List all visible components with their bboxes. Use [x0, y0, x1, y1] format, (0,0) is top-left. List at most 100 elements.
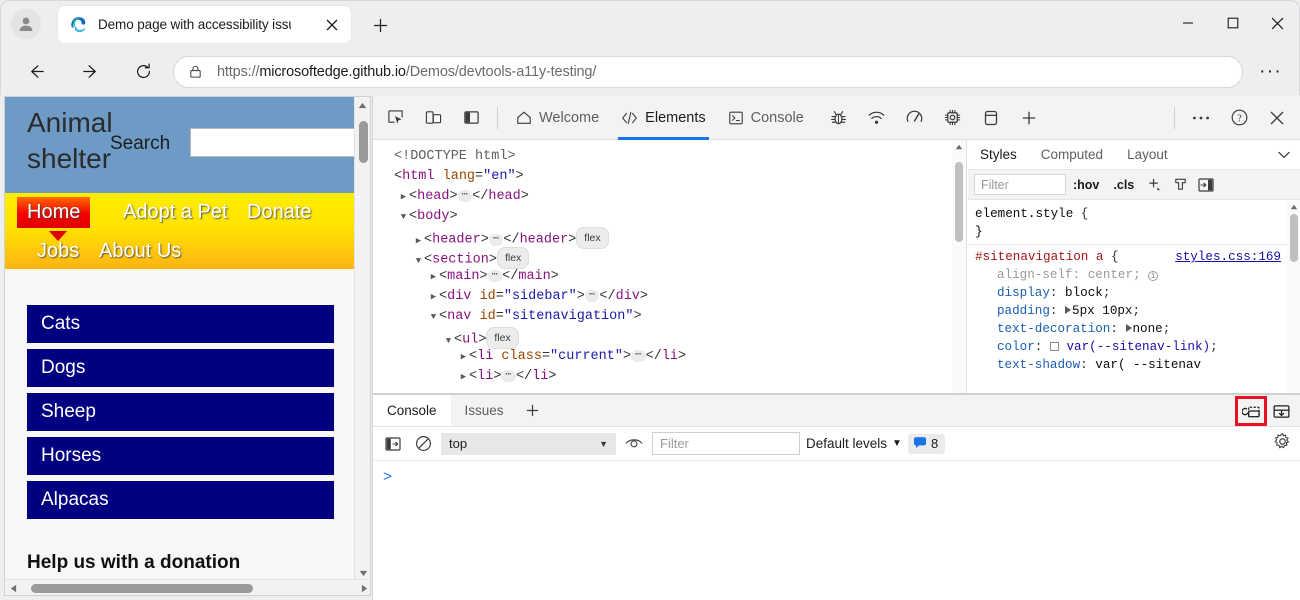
css-value[interactable]: center	[1088, 268, 1133, 282]
list-item[interactable]: Sheep	[27, 393, 334, 431]
page-horizontal-scrollbar[interactable]	[5, 579, 370, 595]
collapsed-triangle-icon[interactable]: ▶	[398, 187, 409, 207]
clear-console-icon[interactable]	[411, 432, 435, 456]
inspect-element-icon[interactable]	[379, 102, 411, 134]
dock-side-icon[interactable]	[455, 102, 487, 134]
scroll-up-arrow-icon[interactable]	[355, 97, 370, 113]
dom-tree-scrollbar[interactable]	[952, 140, 966, 436]
list-item[interactable]: Dogs	[27, 349, 334, 387]
close-window-button[interactable]	[1255, 0, 1300, 46]
css-value[interactable]: var(--sitenav-link)	[1066, 340, 1210, 354]
styles-scroll-thumb[interactable]	[1290, 214, 1298, 262]
info-icon[interactable]: i	[1148, 271, 1159, 281]
css-value[interactable]: none	[1133, 322, 1163, 336]
application-storage-icon[interactable]	[975, 102, 1007, 134]
console-sidebar-icon[interactable]	[381, 432, 405, 456]
gear-icon[interactable]	[1273, 432, 1292, 456]
dom-node-line[interactable]: ▶ <li> ⋯ </li>	[383, 367, 966, 387]
expanded-triangle-icon[interactable]: ▼	[398, 207, 409, 227]
chevron-down-icon[interactable]	[1267, 140, 1300, 169]
device-emulation-icon[interactable]	[417, 102, 449, 134]
dom-node-line[interactable]: ▶ <main> ⋯ </main>	[383, 267, 966, 287]
expand-arrow-icon[interactable]	[1125, 324, 1132, 332]
scroll-left-arrow-icon[interactable]	[5, 580, 21, 595]
css-property[interactable]: display	[997, 286, 1050, 300]
console-prompt[interactable]: >	[383, 469, 392, 486]
message-count-badge[interactable]: 8	[907, 433, 946, 454]
css-declaration[interactable]: display: block;	[975, 284, 1300, 302]
expand-children-ellipsis[interactable]: ⋯	[584, 290, 600, 302]
dock-drawer-icon[interactable]	[1235, 396, 1267, 426]
page-hscroll-thumb[interactable]	[31, 584, 253, 593]
console-filter-input[interactable]: Filter	[652, 432, 800, 455]
page-vertical-scrollbar[interactable]	[354, 97, 370, 581]
expanded-triangle-icon[interactable]: ▼	[413, 251, 424, 271]
add-tab-plus-icon[interactable]	[1013, 102, 1045, 134]
expand-children-ellipsis[interactable]: ⋯	[487, 270, 503, 282]
css-property[interactable]: text-shadow	[997, 358, 1080, 372]
expanded-triangle-icon[interactable]: ▼	[443, 331, 454, 351]
help-question-icon[interactable]: ?	[1223, 102, 1255, 134]
wifi-network-icon[interactable]	[861, 102, 893, 134]
dom-tree[interactable]: <!DOCTYPE html> <html lang="en"> ▶ <head> ⋯…	[373, 140, 966, 387]
dom-node-line[interactable]: ▶ <li class="current"> ⋯ </li>	[383, 347, 966, 367]
flex-badge[interactable]: flex	[496, 247, 530, 269]
more-tools-ellipsis-icon[interactable]	[1185, 102, 1217, 134]
tab-layout[interactable]: Layout	[1115, 140, 1180, 169]
restore-drawer-icon[interactable]	[1267, 398, 1295, 424]
styles-scroll-up-icon[interactable]	[1287, 200, 1300, 214]
drawer-tab-issues[interactable]: Issues	[451, 395, 518, 426]
css-value[interactable]: 5px 10px	[1072, 304, 1132, 318]
search-input[interactable]	[190, 128, 356, 157]
hov-button[interactable]: :hov	[1066, 174, 1106, 196]
log-levels-dropdown[interactable]: Default levels ▼	[806, 436, 902, 451]
tab-computed[interactable]: Computed	[1029, 140, 1115, 169]
collapsed-triangle-icon[interactable]: ▶	[458, 367, 469, 387]
browser-settings-button[interactable]: ···	[1259, 62, 1282, 81]
collapsed-triangle-icon[interactable]: ▶	[428, 287, 439, 307]
minimize-button[interactable]	[1165, 0, 1210, 46]
css-declaration[interactable]: padding: 5px 10px;	[975, 302, 1300, 320]
tab-elements[interactable]: Elements	[610, 96, 716, 140]
dom-node-line[interactable]: ▼ <section> flex	[383, 247, 966, 269]
nav-item-donate[interactable]: Donate	[237, 197, 322, 228]
element-classes-icon[interactable]	[1167, 174, 1193, 196]
expand-children-ellipsis[interactable]: ⋯	[631, 350, 646, 362]
css-declaration[interactable]: text-shadow: var( --sitenav	[975, 356, 1300, 374]
css-rule-sitenavigation-a[interactable]: #sitenavigation a {styles.css:169	[975, 248, 1300, 266]
dom-tree-pane[interactable]: <!DOCTYPE html> <html lang="en"> ▶ <head> ⋯…	[373, 140, 967, 436]
reload-button[interactable]	[127, 55, 160, 88]
console-output[interactable]: >	[373, 461, 1300, 600]
new-style-rule-icon[interactable]	[1141, 174, 1167, 196]
page-vscroll-thumb[interactable]	[359, 121, 368, 163]
css-property[interactable]: padding	[997, 304, 1050, 318]
forward-button[interactable]	[74, 55, 107, 88]
css-declaration[interactable]: text-decoration: none;	[975, 320, 1300, 338]
list-item[interactable]: Horses	[27, 437, 334, 475]
list-item[interactable]: Cats	[27, 305, 334, 343]
nav-item-home[interactable]: Home	[17, 197, 91, 228]
style-source-link[interactable]: styles.css:169	[1175, 248, 1281, 266]
list-item[interactable]: Alpacas	[27, 481, 334, 519]
back-button[interactable]	[20, 55, 53, 88]
expand-arrow-icon[interactable]	[1065, 306, 1072, 314]
collapsed-triangle-icon[interactable]: ▶	[458, 347, 469, 367]
css-value[interactable]: block	[1065, 286, 1103, 300]
dom-node-line[interactable]: ▶ <head> ⋯ </head>	[383, 187, 966, 207]
flex-badge[interactable]: flex	[486, 327, 519, 349]
dom-node-line[interactable]: ▶ <header> ⋯ </header> flex	[383, 227, 966, 249]
dom-scroll-thumb[interactable]	[955, 162, 963, 242]
computed-sidebar-toggle-icon[interactable]	[1193, 174, 1219, 196]
styles-filter-input[interactable]: Filter	[974, 174, 1066, 195]
css-rule-element-style[interactable]: element.style {	[975, 205, 1300, 223]
dom-node-line[interactable]: ▶ <div id="sidebar"> ⋯ </div>	[383, 287, 966, 307]
scroll-right-arrow-icon[interactable]	[356, 580, 370, 595]
expand-children-ellipsis[interactable]: ⋯	[501, 370, 516, 382]
css-selector[interactable]: element.style	[975, 207, 1073, 221]
dom-node-line[interactable]: ▼ <ul> flex	[383, 327, 966, 349]
address-bar[interactable]: https://microsoftedge.github.io/Demos/de…	[173, 56, 1243, 88]
css-value[interactable]: var( --sitenav	[1095, 358, 1201, 372]
flex-badge[interactable]: flex	[576, 227, 609, 249]
expand-children-ellipsis[interactable]: ⋯	[457, 190, 473, 202]
expanded-triangle-icon[interactable]: ▼	[428, 307, 439, 327]
